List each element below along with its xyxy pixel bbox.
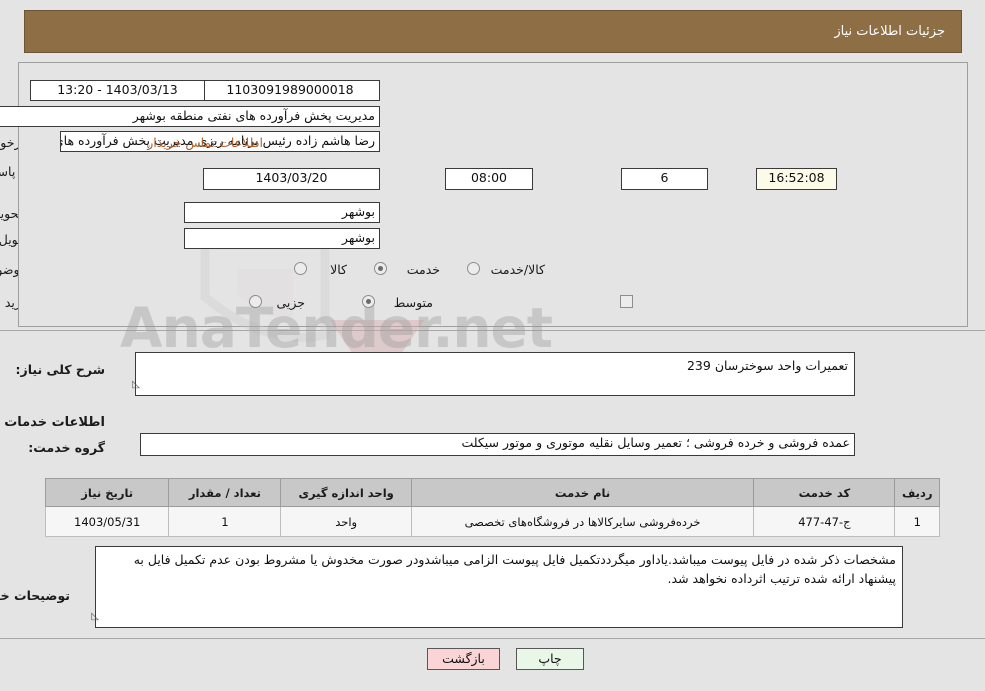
cell-date: 1403/05/31: [44, 506, 170, 537]
remaining-time-value: 16:52:08: [756, 168, 837, 190]
th-qty: تعداد / مقدار: [168, 478, 282, 507]
cell-unit: واحد: [280, 506, 412, 537]
page-title: جزئیات اطلاعات نیاز: [834, 24, 945, 39]
th-radif: ردیف: [894, 478, 940, 507]
th-code: کد خدمت: [753, 478, 896, 507]
radio-category-kala-khedmat-label: کالا/خدمت: [490, 262, 545, 277]
deadline-hour-value: 08:00: [445, 168, 533, 190]
cell-qty: 1: [168, 506, 282, 537]
textarea-resize-handle[interactable]: ◺: [132, 380, 140, 390]
need-number-value: 1103091989000018: [200, 80, 380, 101]
service-group-label: گروه خدمت:: [28, 440, 105, 455]
province-value: بوشهر: [184, 202, 380, 223]
buyer-notes-value: مشخصات ذکر شده در فایل پیوست میباشد.یادا…: [95, 546, 903, 628]
buyer-contact-link[interactable]: اطلاعات تماس خریدار: [147, 135, 263, 150]
treasury-note-checkbox[interactable]: [620, 295, 633, 308]
notes-resize-handle[interactable]: ◺: [91, 612, 99, 622]
buyer-org-value: مدیریت پخش فرآورده های نفتی منطقه بوشهر: [0, 106, 380, 127]
back-button[interactable]: بازگشت: [427, 648, 500, 670]
th-unit: واحد اندازه گیری: [280, 478, 412, 507]
radio-category-khedmat[interactable]: [374, 262, 387, 275]
services-table: ردیف کد خدمت نام خدمت واحد اندازه گیری ت…: [44, 478, 940, 537]
cell-name: خرده‌فروشی سایرکالاها در فروشگاه‌های تخص…: [410, 506, 755, 537]
footer-divider: [0, 638, 985, 639]
page-titlebar: جزئیات اطلاعات نیاز: [24, 10, 962, 53]
radio-process-jozii[interactable]: [249, 295, 262, 308]
table-header-row: ردیف کد خدمت نام خدمت واحد اندازه گیری ت…: [44, 478, 940, 507]
general-desc-value: تعمیرات واحد سوخترسان 239: [135, 352, 855, 396]
radio-process-motevaset-label: متوسط: [393, 295, 433, 310]
print-button[interactable]: چاپ: [516, 648, 584, 670]
section-divider: [0, 330, 985, 331]
radio-category-kala[interactable]: [294, 262, 307, 275]
need-summary-panel: [18, 62, 968, 327]
radio-process-motevaset[interactable]: [362, 295, 375, 308]
buyer-notes-label: توضیحات خریدار:: [0, 588, 70, 603]
deadline-date-value: 1403/03/20: [203, 168, 380, 190]
radio-category-kala-khedmat[interactable]: [467, 262, 480, 275]
service-group-value: عمده فروشی و خرده فروشی ؛ تعمیر وسایل نق…: [140, 433, 855, 456]
th-date: تاریخ نیاز: [44, 478, 170, 507]
general-desc-label: شرح کلی نیاز:: [15, 362, 105, 377]
city-value: بوشهر: [184, 228, 380, 249]
radio-category-khedmat-label: خدمت: [406, 262, 440, 277]
cell-code: ج-47-477: [753, 506, 896, 537]
th-name: نام خدمت: [410, 478, 755, 507]
remaining-days-value: 6: [621, 168, 708, 190]
radio-category-kala-label: کالا: [330, 262, 347, 277]
announce-datetime-value: 1403/03/13 - 13:20: [30, 80, 205, 101]
services-section-title: اطلاعات خدمات مورد نیاز: [0, 415, 105, 430]
cell-radif: 1: [894, 506, 940, 537]
table-row: 1 ج-47-477 خرده‌فروشی سایرکالاها در فروش…: [44, 506, 940, 537]
radio-process-jozii-label: جزیی: [276, 295, 305, 310]
